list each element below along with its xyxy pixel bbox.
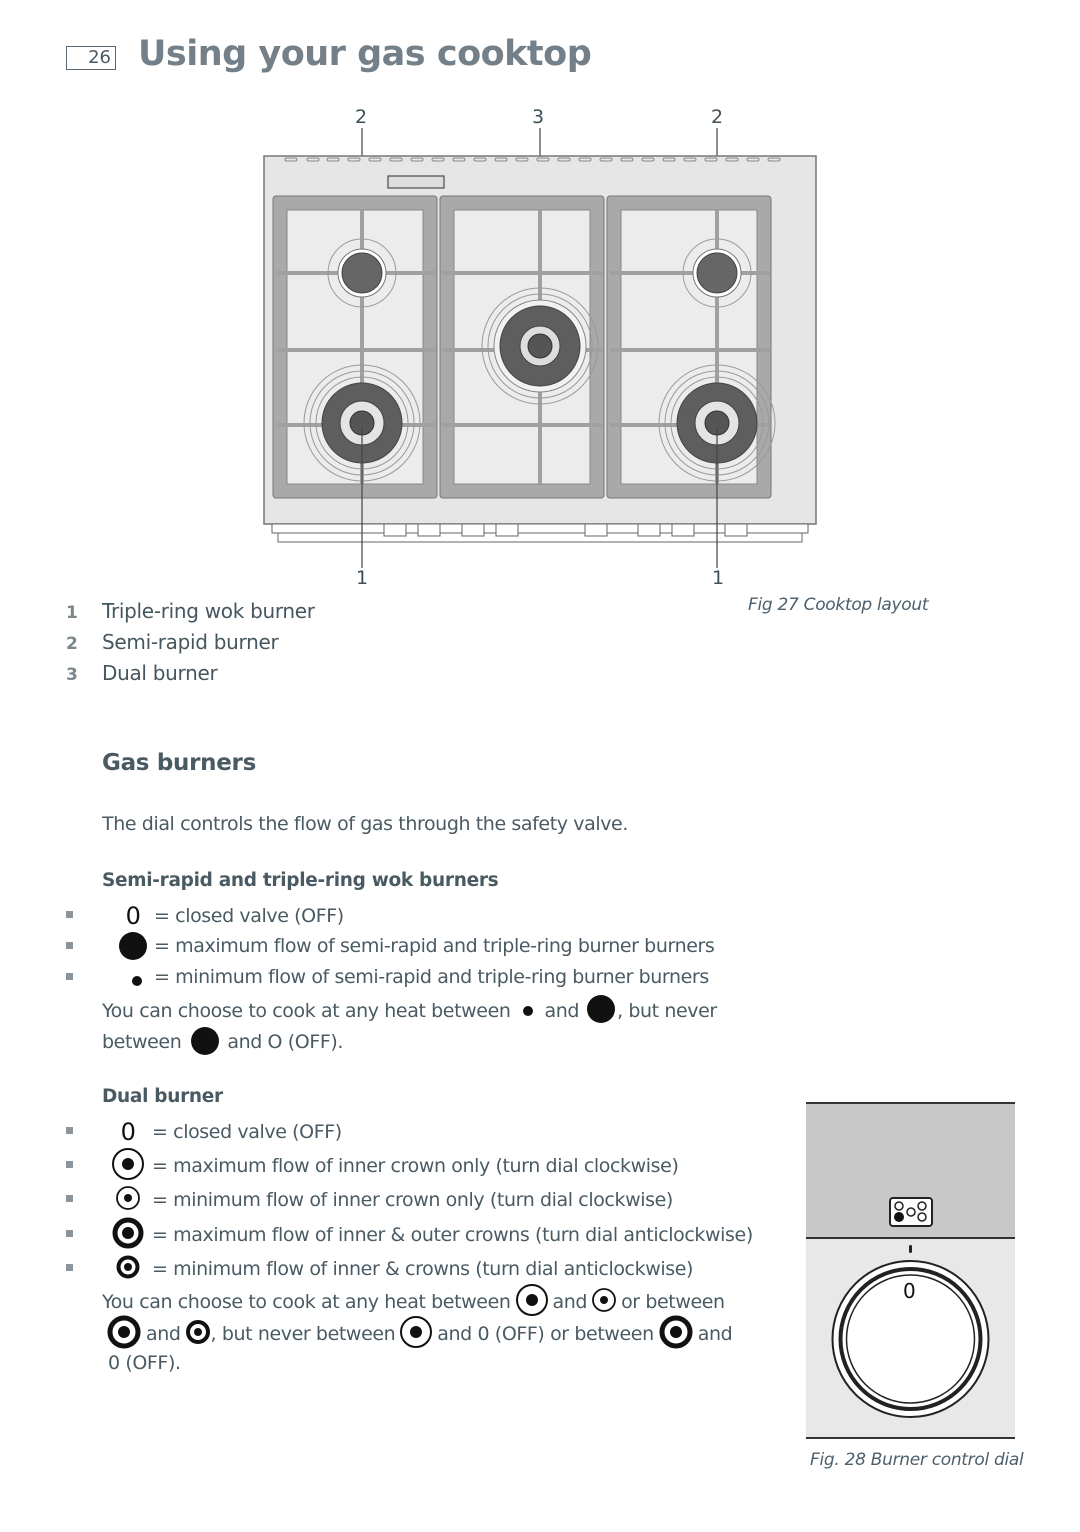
legend-number: 3 — [66, 665, 78, 685]
dial-off-marking: 0 — [903, 1279, 916, 1303]
list-item: = minimum flow of inner crown only (turn… — [110, 1184, 679, 1217]
semi-rapid-burner-right — [682, 238, 752, 308]
semi-rapid-burner-left — [327, 238, 397, 308]
dual-note-line-2: and , but never between and 0 (OFF) or b… — [106, 1315, 738, 1354]
grate-right — [606, 195, 772, 499]
list-item-text: = minimum flow of semi-rapid and triple-… — [154, 966, 709, 988]
list-item: = minimum flow of semi-rapid and triple-… — [118, 963, 715, 991]
bullet-icon — [66, 1230, 73, 1237]
inner-crown-min-icon — [110, 1184, 146, 1217]
note-text: and 0 (OFF) or between — [437, 1323, 654, 1345]
legend-number: 2 — [66, 634, 78, 654]
list-item-text: = maximum flow of inner crown only (turn… — [152, 1155, 679, 1177]
figure-28-caption: Fig. 28 Burner control dial — [810, 1450, 1024, 1470]
list-item-text: = closed valve (OFF) — [152, 1121, 342, 1143]
bullet-icon — [66, 1264, 73, 1271]
dual-note-line-1: You can choose to cook at any heat betwe… — [102, 1283, 731, 1321]
badge-plate — [387, 175, 445, 189]
dual-crown-max-icon — [110, 1216, 146, 1255]
note-text: between — [102, 1031, 182, 1053]
bullet-icon — [66, 1161, 73, 1168]
callout-semi-rapid-left: 2 — [355, 106, 368, 128]
note-text: and O (OFF). — [227, 1031, 344, 1053]
note-text: and — [552, 1291, 588, 1313]
legend-label: Triple-ring wok burner — [102, 599, 315, 623]
bullet-icon — [66, 942, 73, 949]
semi-rapid-note-line-1: You can choose to cook at any heat betwe… — [102, 994, 723, 1029]
note-text: and — [697, 1323, 733, 1345]
bullet-icon — [66, 911, 73, 918]
note-text: , but never between — [210, 1323, 396, 1345]
note-text: or between — [621, 1291, 725, 1313]
list-item: 0 = closed valve (OFF) — [110, 1118, 348, 1146]
note-text: You can choose to cook at any heat betwe… — [102, 1291, 511, 1313]
dual-crown-min-icon — [110, 1252, 146, 1287]
subsection-heading: Dual burner — [102, 1086, 223, 1107]
bullet-icon — [66, 1127, 73, 1134]
dual-note-line-3: 0 (OFF). — [108, 1352, 181, 1374]
callout-dual: 3 — [532, 106, 545, 128]
page-number: 26 — [66, 46, 116, 70]
inner-crown-max-icon — [110, 1147, 146, 1185]
list-item-text: = maximum flow of semi-rapid and triple-… — [154, 935, 715, 957]
dual-crown-max-icon — [658, 1315, 694, 1354]
inner-crown-max-icon — [399, 1315, 433, 1353]
off-zero-icon: 0 — [125, 902, 141, 930]
small-flame-dot-icon — [517, 998, 539, 1025]
dial-index-mark — [909, 1245, 912, 1253]
dual-crown-max-icon — [106, 1315, 142, 1354]
legend-number: 1 — [66, 603, 78, 623]
callout-semi-rapid-right: 2 — [711, 106, 724, 128]
list-item: = minimum flow of inner & crowns (turn d… — [110, 1254, 699, 1284]
list-item: = maximum flow of semi-rapid and triple-… — [118, 932, 720, 960]
large-flame-dot-icon — [187, 1025, 221, 1060]
control-strip — [271, 523, 809, 543]
page-title: Using your gas cooktop — [138, 34, 592, 74]
list-item-text: = minimum flow of inner & crowns (turn d… — [152, 1258, 694, 1280]
large-flame-dot-icon — [585, 994, 617, 1029]
cooktop-layout-diagram — [263, 128, 817, 568]
dual-crown-min-icon — [185, 1318, 211, 1351]
burner-position-indicator-icon — [889, 1197, 933, 1227]
section-heading: Gas burners — [102, 750, 256, 776]
figure-27-caption: Fig 27 Cooktop layout — [748, 595, 929, 615]
note-text: , but never — [617, 1000, 717, 1022]
legend-label: Dual burner — [102, 661, 218, 685]
large-flame-dot-icon — [118, 932, 148, 960]
list-item-text: = maximum flow of inner & outer crowns (… — [152, 1224, 753, 1246]
list-item: 0 = closed valve (OFF) — [118, 902, 350, 930]
note-text: and — [544, 1000, 580, 1022]
inner-crown-max-icon — [515, 1283, 549, 1321]
intro-text: The dial controls the flow of gas throug… — [102, 813, 628, 835]
legend-label: Semi-rapid burner — [102, 630, 279, 654]
list-item: = maximum flow of inner & outer crowns (… — [110, 1216, 759, 1255]
list-item-text: = closed valve (OFF) — [154, 905, 344, 927]
bullet-icon — [66, 1195, 73, 1202]
inner-crown-min-icon — [591, 1287, 617, 1318]
semi-rapid-note-line-2: between and O (OFF). — [102, 1025, 349, 1060]
list-item: = maximum flow of inner crown only (turn… — [110, 1147, 684, 1185]
control-dial-knob[interactable] — [806, 1239, 1015, 1439]
list-item-text: = minimum flow of inner crown only (turn… — [152, 1189, 673, 1211]
burner-control-dial-figure: 0 — [806, 1102, 1015, 1439]
note-text: and — [146, 1323, 181, 1345]
note-text: You can choose to cook at any heat betwe… — [102, 1000, 511, 1022]
subsection-heading: Semi-rapid and triple-ring wok burners — [102, 870, 499, 891]
bullet-icon — [66, 973, 73, 980]
small-flame-dot-icon — [118, 963, 148, 991]
off-zero-icon: 0 — [120, 1118, 136, 1146]
